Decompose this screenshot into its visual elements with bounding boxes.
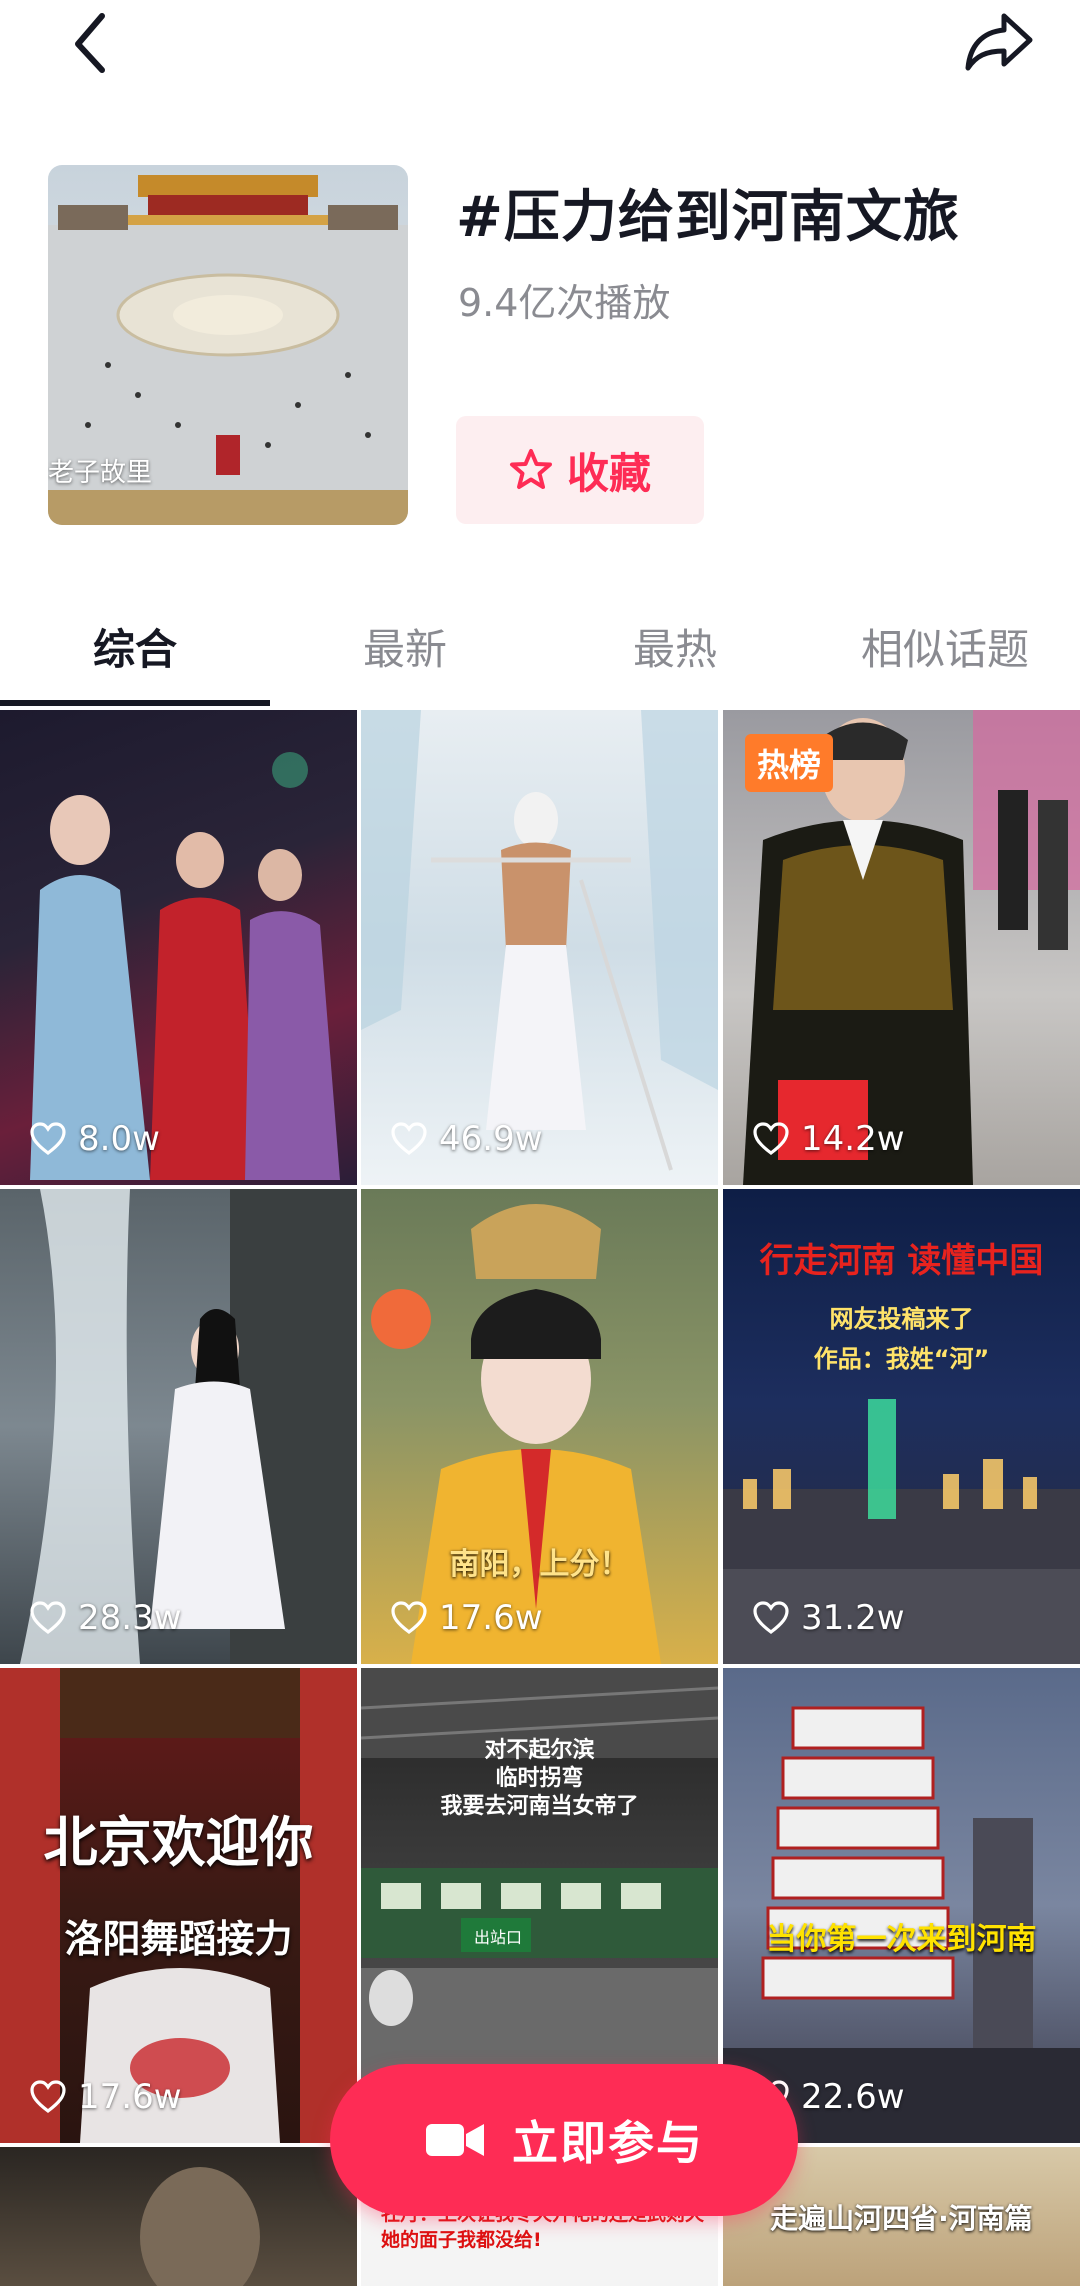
share-icon [965, 13, 1033, 71]
video-card[interactable]: 当你第一次来到河南 22.6w [723, 1668, 1080, 2143]
video-grid: 8.0w 46.9w 热榜 14.2w 28.3w 南阳，上分！ 17.6w 行… [0, 710, 1080, 2286]
tab-hottest[interactable]: 最热 [540, 610, 810, 690]
video-card[interactable]: 北京欢迎你 洛阳舞蹈接力 17.6w [0, 1668, 357, 2143]
tab-bar: 综合 最新 最热 相似话题 [0, 600, 1080, 710]
play-count: 9.4亿次播放 [458, 281, 671, 325]
hot-list-badge: 热榜 [745, 734, 834, 792]
like-count: 14.2w [753, 1119, 905, 1159]
video-overlay-subtitle: 网友投稿来了 [829, 1305, 974, 1333]
video-overlay-subtitle: 作品：我姓“河” [813, 1345, 990, 1373]
video-overlay-subtitle: 洛阳舞蹈接力 [64, 1917, 293, 1961]
share-button[interactable] [960, 6, 1040, 76]
back-button[interactable] [60, 6, 120, 76]
video-card[interactable]: 8.0w [0, 710, 357, 1185]
tab-latest[interactable]: 最新 [270, 610, 540, 690]
tab-comprehensive[interactable]: 综合 [0, 610, 270, 690]
like-count: 8.0w [30, 1119, 160, 1159]
exit-sign: 出站口 [473, 1928, 522, 1947]
cover-caption: 老子故里 [48, 458, 153, 488]
like-count: 46.9w [391, 1119, 543, 1159]
like-count: 28.3w [30, 1598, 182, 1638]
like-count: 31.2w [753, 1598, 905, 1638]
star-icon [509, 449, 552, 489]
tab-active-indicator [0, 700, 270, 706]
video-overlay-title: 北京欢迎你 [43, 1811, 314, 1874]
top-bar [0, 0, 1080, 90]
heart-icon [753, 1122, 789, 1156]
tab-similar-topics[interactable]: 相似话题 [810, 610, 1080, 690]
favorite-label: 收藏 [566, 448, 651, 498]
heart-icon [30, 1601, 66, 1635]
video-card[interactable]: 46.9w [361, 710, 718, 1185]
video-card[interactable]: 28.3w [0, 1189, 357, 1664]
video-overlay-text: 南阳，上分！ [449, 1547, 630, 1582]
like-count: 17.6w [391, 1598, 543, 1638]
video-card[interactable]: 行走河南 读懂中国 网友投稿来了 作品：我姓“河” 31.2w [723, 1189, 1080, 1664]
heart-icon [30, 2080, 66, 2114]
heart-icon [391, 1122, 427, 1156]
video-camera-icon [426, 2124, 484, 2156]
participate-now-label: 立即参与 [512, 2116, 704, 2170]
video-overlay-text: 当你第一次来到河南 [766, 1922, 1037, 1957]
back-arrow-icon [75, 13, 105, 73]
video-card[interactable]: 南阳，上分！ 17.6w [361, 1189, 718, 1664]
video-overlay-text: 走遍山河四省·河南篇 [770, 2202, 1033, 2235]
video-card[interactable] [0, 2147, 357, 2286]
favorite-button[interactable]: 收藏 [456, 416, 704, 524]
video-card[interactable]: 热榜 14.2w [723, 710, 1080, 1185]
participate-now-button[interactable]: 立即参与 [330, 2064, 798, 2216]
video-overlay-title: 行走河南 读懂中国 [759, 1241, 1044, 1281]
heart-icon [753, 1601, 789, 1635]
heart-icon [391, 1601, 427, 1635]
topic-title: #压力给到河南文旅 [456, 185, 960, 250]
video-overlay-text: 我要去河南当女帝了 [440, 1794, 639, 1819]
topic-cover-image: 老子故里 [48, 165, 408, 525]
heart-icon [30, 1122, 66, 1156]
like-count: 17.6w [30, 2077, 182, 2117]
